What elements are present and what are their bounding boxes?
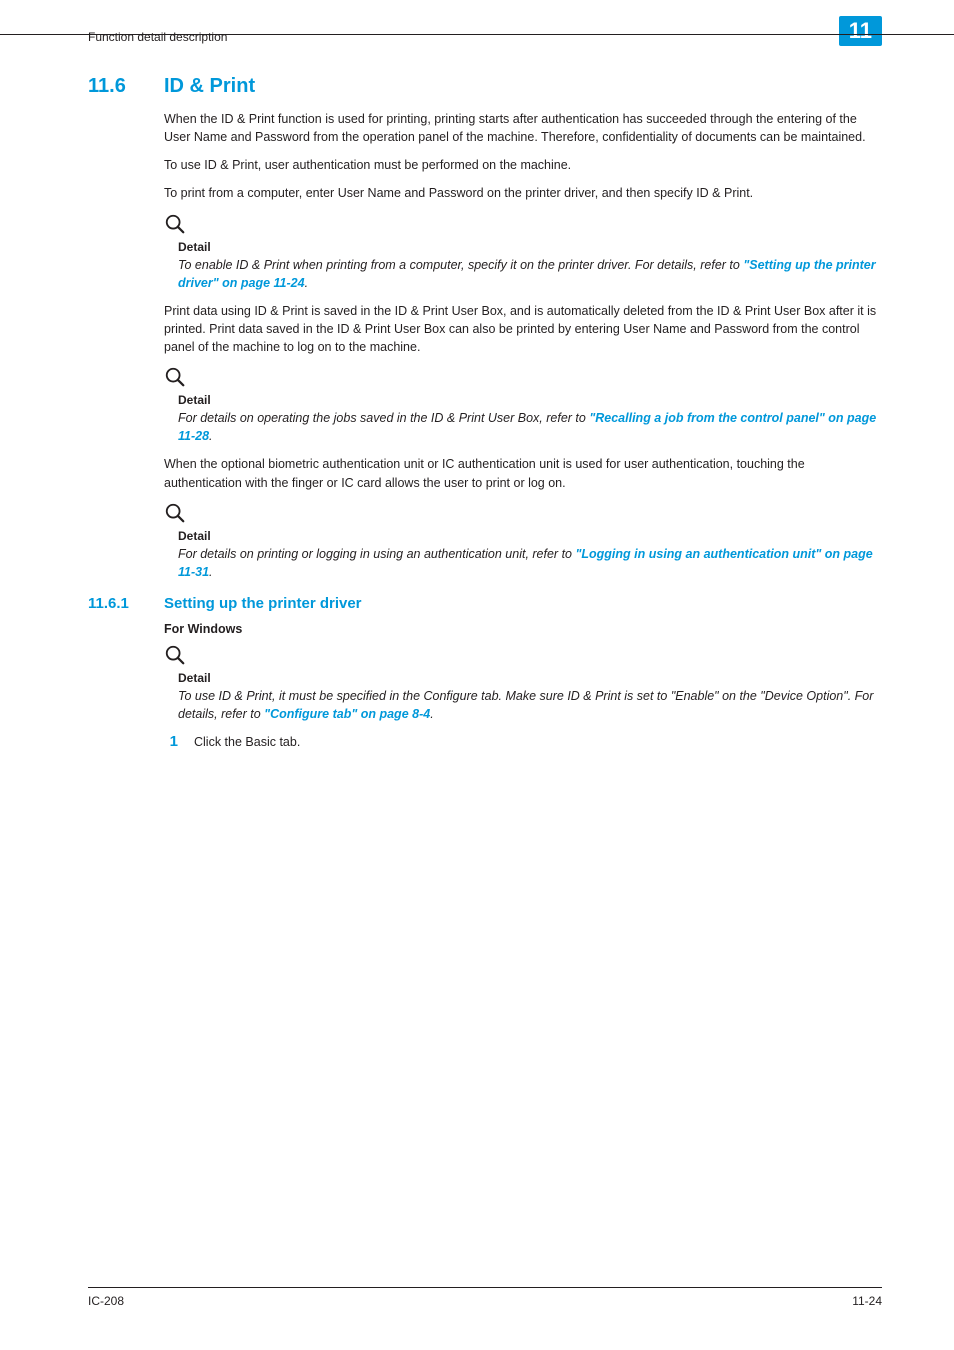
body-paragraph: To print from a computer, enter User Nam… (164, 184, 882, 202)
platform-heading: For Windows (164, 622, 882, 636)
detail-pre: For details on operating the jobs saved … (178, 411, 589, 425)
magnifier-icon (164, 213, 882, 240)
detail-period: . (430, 707, 433, 721)
detail-text: To enable ID & Print when printing from … (178, 256, 882, 292)
header-rule (0, 34, 954, 35)
body-paragraph: To use ID & Print, user authentication m… (164, 156, 882, 174)
footer-page-number: 11-24 (852, 1294, 882, 1308)
detail-period: . (209, 429, 212, 443)
section-number: 11.6 (88, 75, 146, 98)
subsection-number: 11.6.1 (88, 595, 146, 612)
body-paragraph: When the optional biometric authenticati… (164, 455, 882, 491)
detail-label: Detail (178, 529, 882, 543)
detail-text: To use ID & Print, it must be specified … (178, 687, 882, 723)
detail-period: . (209, 565, 212, 579)
body-paragraph: Print data using ID & Print is saved in … (164, 302, 882, 356)
detail-pre: For details on printing or logging in us… (178, 547, 575, 561)
subsection-title: Setting up the printer driver (164, 595, 362, 612)
magnifier-icon (164, 366, 882, 393)
detail-text: For details on operating the jobs saved … (178, 409, 882, 445)
body-paragraph: When the ID & Print function is used for… (164, 110, 882, 146)
step-number: 1 (164, 733, 178, 750)
section-title: ID & Print (164, 75, 255, 98)
running-head: Function detail description (88, 30, 227, 44)
step-text: Click the Basic tab. (194, 735, 300, 749)
footer-model: IC-208 (88, 1294, 124, 1308)
detail-pre: To enable ID & Print when printing from … (178, 258, 743, 272)
detail-label: Detail (178, 671, 882, 685)
magnifier-icon (164, 502, 882, 529)
detail-text: For details on printing or logging in us… (178, 545, 882, 581)
detail-label: Detail (178, 240, 882, 254)
magnifier-icon (164, 644, 882, 671)
cross-ref-link[interactable]: "Configure tab" on page 8-4 (264, 707, 430, 721)
detail-period: . (305, 276, 308, 290)
chapter-number-badge: 11 (839, 16, 882, 46)
detail-label: Detail (178, 393, 882, 407)
